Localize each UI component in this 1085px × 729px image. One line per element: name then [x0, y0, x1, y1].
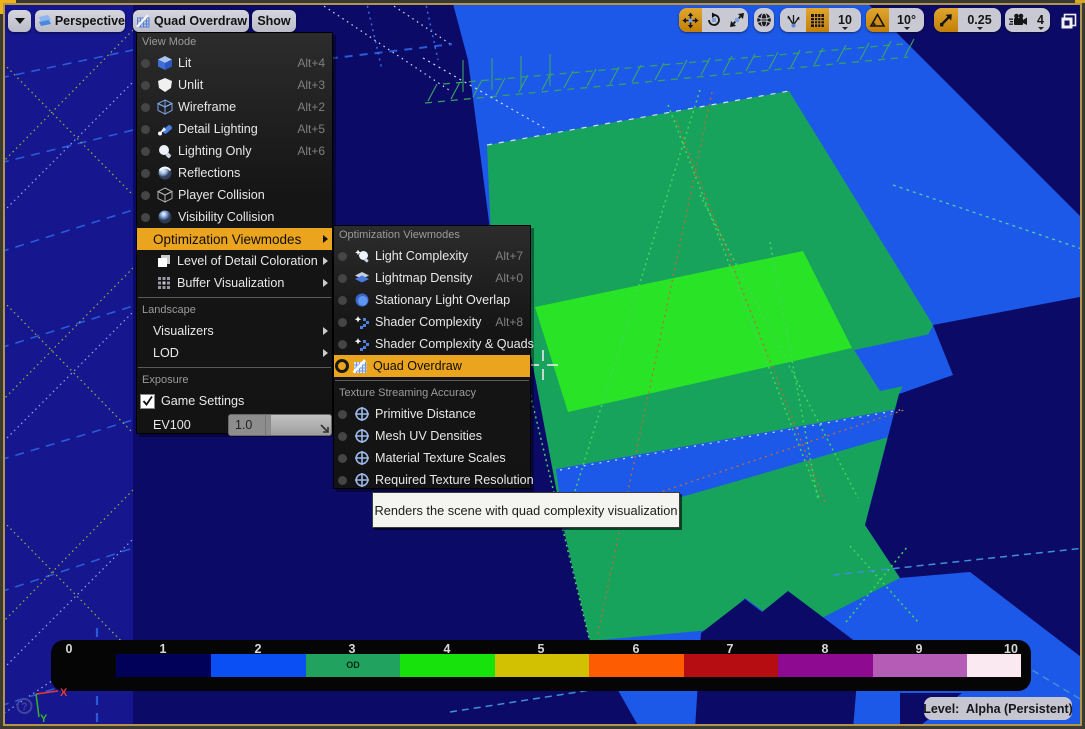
svg-text:X: X	[60, 687, 68, 699]
svg-text:?: ?	[21, 701, 28, 713]
svg-text:Y: Y	[40, 713, 48, 725]
